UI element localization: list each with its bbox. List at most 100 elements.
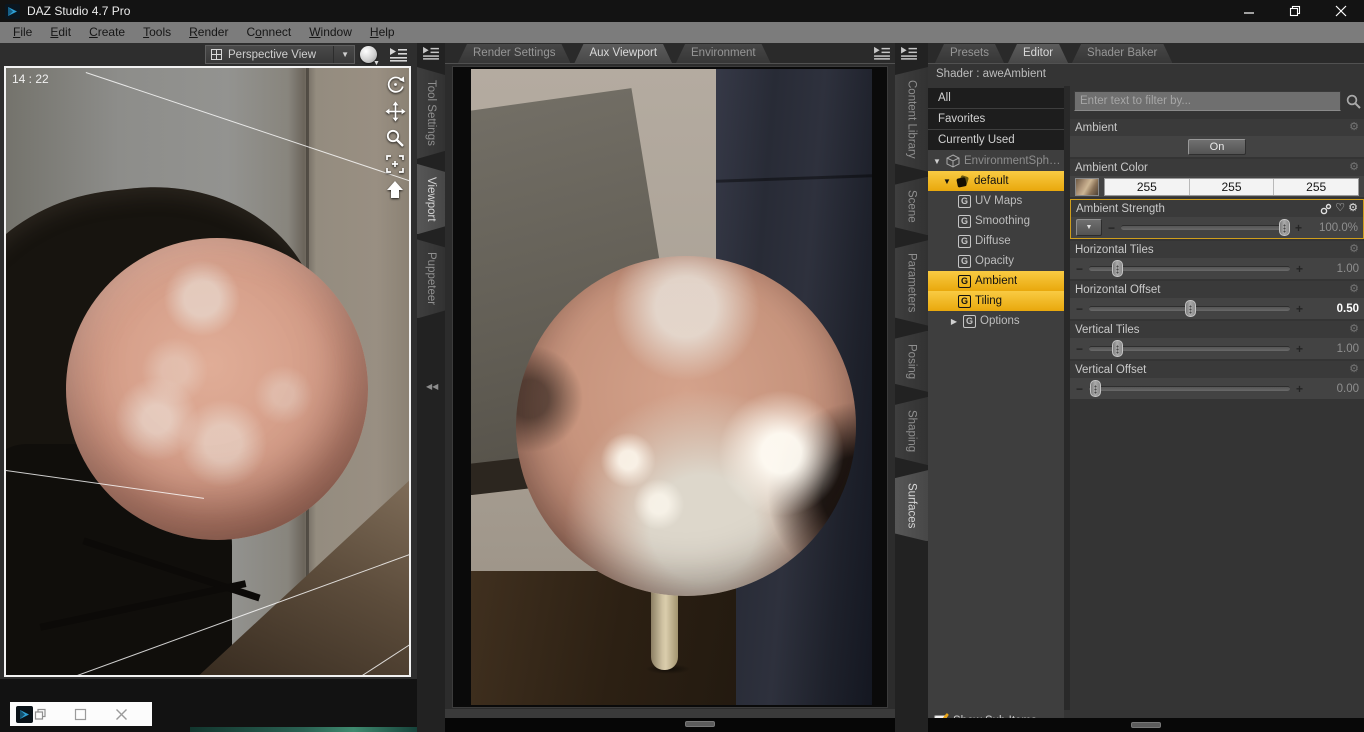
dock-tab-label: Puppeteer <box>425 252 437 306</box>
parameter-settings-gear-icon[interactable]: ⚙ <box>1349 284 1359 295</box>
pane-options-menu-icon[interactable] <box>900 46 918 60</box>
aim-home-icon[interactable] <box>385 180 406 200</box>
increment-button[interactable]: + <box>1294 222 1303 234</box>
parameter-settings-gear-icon[interactable]: ⚙ <box>1349 122 1359 133</box>
link-icon[interactable] <box>1320 203 1332 215</box>
tree-item-label: EnvironmentSphere <box>964 155 1064 167</box>
tree-item-smoothing[interactable]: G Smoothing <box>928 211 1064 231</box>
color-value-field[interactable]: 255 <box>1274 179 1358 195</box>
splitter-grip[interactable] <box>685 721 715 727</box>
dock-tab-parameters[interactable]: Parameters <box>895 240 928 325</box>
collapsed-arrow-icon[interactable]: ▶ <box>949 317 959 326</box>
slider-track[interactable] <box>1089 260 1290 277</box>
parameter-settings-gear-icon[interactable]: ⚙ <box>1348 203 1358 214</box>
dock-tab-scene[interactable]: Scene <box>895 177 928 236</box>
tree-item-options[interactable]: ▶ G Options <box>928 311 1064 331</box>
dock-tab-posing[interactable]: Posing <box>895 331 928 392</box>
tab-presets[interactable]: Presets <box>935 44 1004 63</box>
slider-track[interactable] <box>1089 300 1290 317</box>
minimize-button[interactable] <box>1226 0 1272 22</box>
dock-tab-surfaces[interactable]: Surfaces <box>895 470 928 541</box>
tree-item-ambient[interactable]: G Ambient <box>928 271 1064 291</box>
expanded-arrow-icon[interactable]: ▼ <box>942 177 952 186</box>
slider-track[interactable] <box>1089 340 1290 357</box>
splitter-grip[interactable] <box>1131 722 1161 728</box>
dock-tab-viewport[interactable]: Viewport <box>417 164 445 235</box>
menu-edit[interactable]: Edit <box>41 22 80 43</box>
toggle-on-button[interactable]: On <box>1188 138 1246 155</box>
tree-item-opacity[interactable]: G Opacity <box>928 251 1064 271</box>
parameter-settings-gear-icon[interactable]: ⚙ <box>1349 162 1359 173</box>
menu-tools[interactable]: Tools <box>134 22 180 43</box>
orbit-icon[interactable] <box>385 74 406 95</box>
editor-tab-bar: Presets Editor Shader Baker <box>928 43 1364 64</box>
menu-help[interactable]: Help <box>361 22 404 43</box>
pane-options-menu-icon[interactable] <box>422 46 440 60</box>
color-value-field[interactable]: 255 <box>1190 178 1275 195</box>
list-item-currently-used[interactable]: Currently Used <box>928 130 1064 150</box>
parameter-settings-gear-icon[interactable]: ⚙ <box>1349 364 1359 375</box>
color-swatch-thumbnail[interactable] <box>1075 177 1099 196</box>
tab-shader-baker[interactable]: Shader Baker <box>1072 44 1172 63</box>
search-icon[interactable] <box>1345 93 1362 110</box>
tree-item-environmentsphere[interactable]: ▼ EnvironmentSphere <box>928 151 1064 171</box>
decrement-button[interactable]: − <box>1075 303 1084 315</box>
collapse-pane-icon[interactable]: ◀◀ <box>426 382 438 391</box>
aux-viewport-frame <box>452 66 888 708</box>
decrement-button[interactable]: − <box>1075 263 1084 275</box>
view-selector-dropdown[interactable]: Perspective View ▼ <box>205 45 355 64</box>
dock-tab-shaping[interactable]: Shaping <box>895 397 928 465</box>
list-item-all[interactable]: All <box>928 88 1064 108</box>
close-button[interactable] <box>1318 0 1364 22</box>
color-value-field[interactable]: 255 <box>1105 178 1190 195</box>
tree-item-diffuse[interactable]: G Diffuse <box>928 231 1064 251</box>
dock-tab-puppeteer[interactable]: Puppeteer <box>417 239 445 318</box>
tree-item-tiling[interactable]: G Tiling <box>928 291 1064 311</box>
tree-item-uv-maps[interactable]: G UV Maps <box>928 191 1064 211</box>
tab-environment[interactable]: Environment <box>676 44 771 63</box>
slider-track[interactable] <box>1121 219 1290 236</box>
favorite-heart-icon[interactable]: ♡ <box>1335 203 1345 214</box>
parameter-settings-gear-icon[interactable]: ⚙ <box>1349 244 1359 255</box>
maximize-window-icon[interactable] <box>74 708 87 721</box>
slider-handle[interactable] <box>1112 260 1124 277</box>
increment-button[interactable]: + <box>1295 263 1304 275</box>
tab-render-settings[interactable]: Render Settings <box>458 44 570 63</box>
tree-item-default[interactable]: ▼ default <box>928 171 1064 191</box>
menu-render[interactable]: Render <box>180 22 237 43</box>
menu-connect[interactable]: Connect <box>237 22 300 43</box>
close-window-icon[interactable] <box>115 708 128 721</box>
slider-handle[interactable] <box>1112 340 1124 357</box>
dock-tab-tool-settings[interactable]: Tool Settings <box>417 67 445 159</box>
restore-button[interactable] <box>1272 0 1318 22</box>
slider-handle[interactable] <box>1090 380 1102 397</box>
increment-button[interactable]: + <box>1295 303 1304 315</box>
decrement-button[interactable]: − <box>1075 383 1084 395</box>
increment-button[interactable]: + <box>1295 383 1304 395</box>
expanded-arrow-icon[interactable]: ▼ <box>932 157 942 166</box>
floating-window-titlebar[interactable] <box>10 702 152 726</box>
list-item-favorites[interactable]: Favorites <box>928 109 1064 129</box>
parameter-settings-gear-icon[interactable]: ⚙ <box>1349 324 1359 335</box>
value-dropdown-button[interactable]: ▼ <box>1076 219 1102 236</box>
decrement-button[interactable]: − <box>1107 222 1116 234</box>
pane-options-menu-icon[interactable] <box>389 47 408 62</box>
restore-window-icon[interactable] <box>34 708 47 721</box>
menu-file[interactable]: File <box>4 22 41 43</box>
pan-icon[interactable] <box>385 101 406 122</box>
frame-icon[interactable] <box>385 154 406 174</box>
slider-handle[interactable] <box>1184 300 1196 317</box>
zoom-icon[interactable] <box>385 128 406 148</box>
decrement-button[interactable]: − <box>1075 343 1084 355</box>
slider-handle[interactable] <box>1278 219 1290 236</box>
pane-options-menu-icon[interactable] <box>873 46 891 60</box>
filter-input[interactable] <box>1074 91 1341 111</box>
slider-track[interactable] <box>1089 380 1290 397</box>
increment-button[interactable]: + <box>1295 343 1304 355</box>
dock-tab-content-library[interactable]: Content Library <box>895 67 928 172</box>
tab-aux-viewport[interactable]: Aux Viewport <box>574 44 672 63</box>
menu-create[interactable]: Create <box>80 22 134 43</box>
viewport-canvas[interactable]: 14 : 22 <box>4 66 411 677</box>
menu-window[interactable]: Window <box>300 22 361 43</box>
tab-editor[interactable]: Editor <box>1008 44 1068 63</box>
